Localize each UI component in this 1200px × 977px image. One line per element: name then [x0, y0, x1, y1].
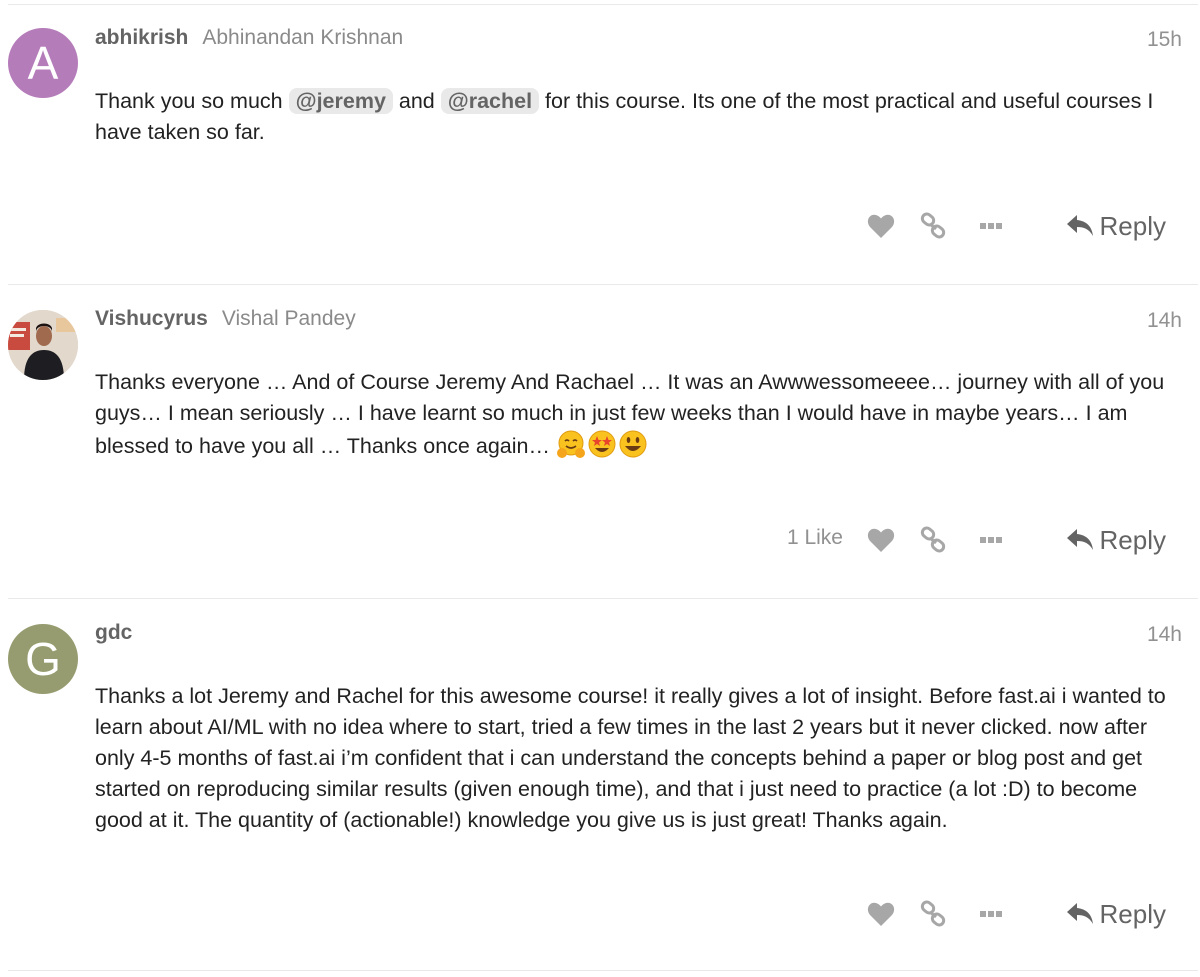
- avatar-letter: G: [25, 633, 61, 685]
- post-author: abhikrish Abhinandan Krishnan: [95, 26, 403, 54]
- post-body: Thank you so much @jeremy and @rachel fo…: [95, 86, 1180, 148]
- post-time[interactable]: 15h: [1147, 28, 1182, 52]
- post-body: Thanks everyone … And of Course Jeremy A…: [95, 367, 1180, 462]
- post-author: gdc: [95, 621, 146, 649]
- post-abhikrish: A abhikrish Abhinandan Krishnan 15h Than…: [0, 0, 1200, 284]
- body-text: and: [392, 89, 441, 113]
- avatar-photo: [8, 310, 78, 380]
- avatar[interactable]: G: [8, 624, 78, 694]
- mention-jeremy[interactable]: @jeremy: [288, 88, 393, 114]
- heart-icon[interactable]: [866, 900, 896, 928]
- post-actions: 1 Like Reply: [0, 522, 1200, 558]
- reply-icon: [1066, 903, 1093, 924]
- link-icon[interactable]: [918, 212, 948, 240]
- full-name[interactable]: Abhinandan Krishnan: [202, 26, 403, 50]
- full-name[interactable]: Vishal Pandey: [222, 307, 356, 331]
- mention-rachel[interactable]: @rachel: [440, 88, 540, 114]
- heart-icon[interactable]: [866, 212, 896, 240]
- username[interactable]: Vishucyrus: [95, 307, 208, 331]
- reply-icon: [1066, 529, 1093, 550]
- username[interactable]: abhikrish: [95, 26, 188, 50]
- username[interactable]: gdc: [95, 621, 132, 645]
- divider: [8, 970, 1198, 971]
- avatar[interactable]: A: [8, 28, 78, 98]
- post-time[interactable]: 14h: [1147, 623, 1182, 647]
- post-gdc: G gdc 14h Thanks a lot Jeremy and Rachel…: [0, 598, 1200, 970]
- post-time[interactable]: 14h: [1147, 309, 1182, 333]
- post-actions: Reply: [0, 896, 1200, 932]
- like-count[interactable]: 1 Like: [787, 526, 843, 550]
- star-struck-emoji: [587, 429, 617, 459]
- body-text: Thank you so much: [95, 89, 289, 113]
- link-icon[interactable]: [918, 900, 948, 928]
- post-actions: Reply: [0, 208, 1200, 244]
- post-author: Vishucyrus Vishal Pandey: [95, 307, 356, 335]
- reply-button[interactable]: Reply: [1066, 896, 1166, 932]
- reply-label: Reply: [1099, 210, 1166, 241]
- reply-button[interactable]: Reply: [1066, 522, 1166, 558]
- smiley-emoji: [618, 429, 648, 459]
- reply-icon: [1066, 215, 1093, 236]
- reply-label: Reply: [1099, 524, 1166, 555]
- more-icon[interactable]: [976, 900, 1006, 928]
- post-vishucyrus: Vishucyrus Vishal Pandey 14h Thanks ever…: [0, 284, 1200, 598]
- more-icon[interactable]: [976, 212, 1006, 240]
- post-body: Thanks a lot Jeremy and Rachel for this …: [95, 684, 1166, 832]
- link-icon[interactable]: [918, 526, 948, 554]
- avatar-letter: A: [27, 37, 59, 89]
- hugging-face-emoji: [556, 429, 586, 459]
- avatar[interactable]: [8, 310, 78, 380]
- reply-label: Reply: [1099, 898, 1166, 929]
- reply-button[interactable]: Reply: [1066, 208, 1166, 244]
- heart-icon[interactable]: [866, 526, 896, 554]
- more-icon[interactable]: [976, 526, 1006, 554]
